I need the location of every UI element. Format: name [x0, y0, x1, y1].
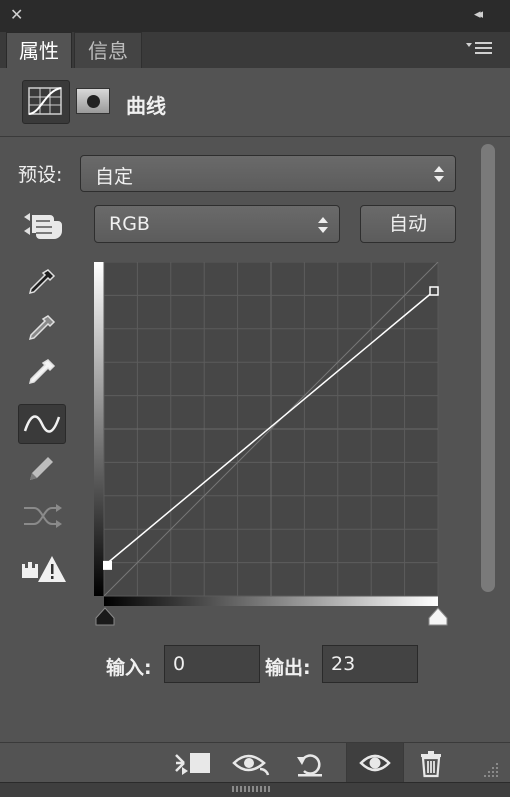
black-point-slider-icon[interactable] — [94, 606, 116, 628]
close-icon[interactable]: ✕ — [10, 5, 23, 24]
resize-grip-icon[interactable] — [482, 761, 500, 779]
channel-value: RGB — [109, 213, 150, 235]
view-previous-state-icon[interactable] — [232, 749, 272, 779]
scrollbar-thumb[interactable] — [481, 144, 495, 592]
layer-mask-icon[interactable] — [76, 88, 110, 114]
edit-points-curve-icon[interactable] — [18, 404, 66, 444]
adjustment-title: 曲线 — [126, 94, 166, 118]
clipping-warning-icon[interactable] — [20, 552, 66, 584]
white-point-slider-icon[interactable] — [427, 606, 449, 628]
input-label: 输入: — [106, 657, 152, 679]
black-point-eyedropper-icon[interactable] — [24, 266, 58, 300]
dropdown-arrows-icon — [317, 216, 329, 234]
output-label: 输出: — [265, 657, 311, 679]
curves-adjustment-icon[interactable] — [22, 80, 70, 124]
bottom-toolbar — [0, 742, 510, 783]
input-field[interactable]: 0 — [164, 645, 260, 683]
panel-bottom-strip — [0, 782, 510, 797]
toggle-visibility-icon[interactable] — [347, 743, 403, 783]
dropdown-arrows-icon — [433, 165, 445, 183]
preset-value: 自定 — [95, 166, 134, 188]
drag-handle[interactable] — [232, 786, 272, 792]
clip-to-layer-icon[interactable] — [172, 749, 212, 779]
pencil-draw-icon[interactable] — [24, 452, 58, 486]
preset-dropdown[interactable]: 自定 — [80, 155, 456, 192]
channel-dropdown[interactable]: RGB — [94, 205, 340, 243]
curve-point-selected — [103, 560, 112, 570]
reset-icon[interactable] — [294, 749, 326, 779]
auto-button[interactable]: 自动 — [360, 205, 456, 243]
adjustment-header: 曲线 — [0, 68, 510, 137]
output-field[interactable]: 23 — [322, 645, 418, 683]
gray-point-eyedropper-icon[interactable] — [24, 312, 58, 346]
tab-properties[interactable]: 属性 — [6, 32, 72, 68]
curve-point — [429, 286, 439, 296]
target-adjustment-hand-icon[interactable] — [22, 207, 64, 241]
toolbar-divider — [403, 743, 404, 783]
curves-graph[interactable] — [94, 262, 440, 608]
output-gradient-bar — [94, 262, 104, 596]
collapse-icon[interactable]: ◂◂ — [474, 7, 483, 22]
input-gradient-bar — [104, 596, 438, 606]
trash-icon[interactable] — [418, 749, 444, 779]
smooth-curve-icon — [22, 500, 62, 532]
tab-bar: 属性 信息 — [0, 32, 510, 69]
white-point-eyedropper-icon[interactable] — [24, 356, 58, 390]
preset-label: 预设: — [18, 164, 63, 186]
panel-menu-icon[interactable] — [466, 40, 494, 60]
tab-info[interactable]: 信息 — [74, 32, 142, 68]
panel-titlebar: ✕ ◂◂ — [0, 0, 510, 32]
